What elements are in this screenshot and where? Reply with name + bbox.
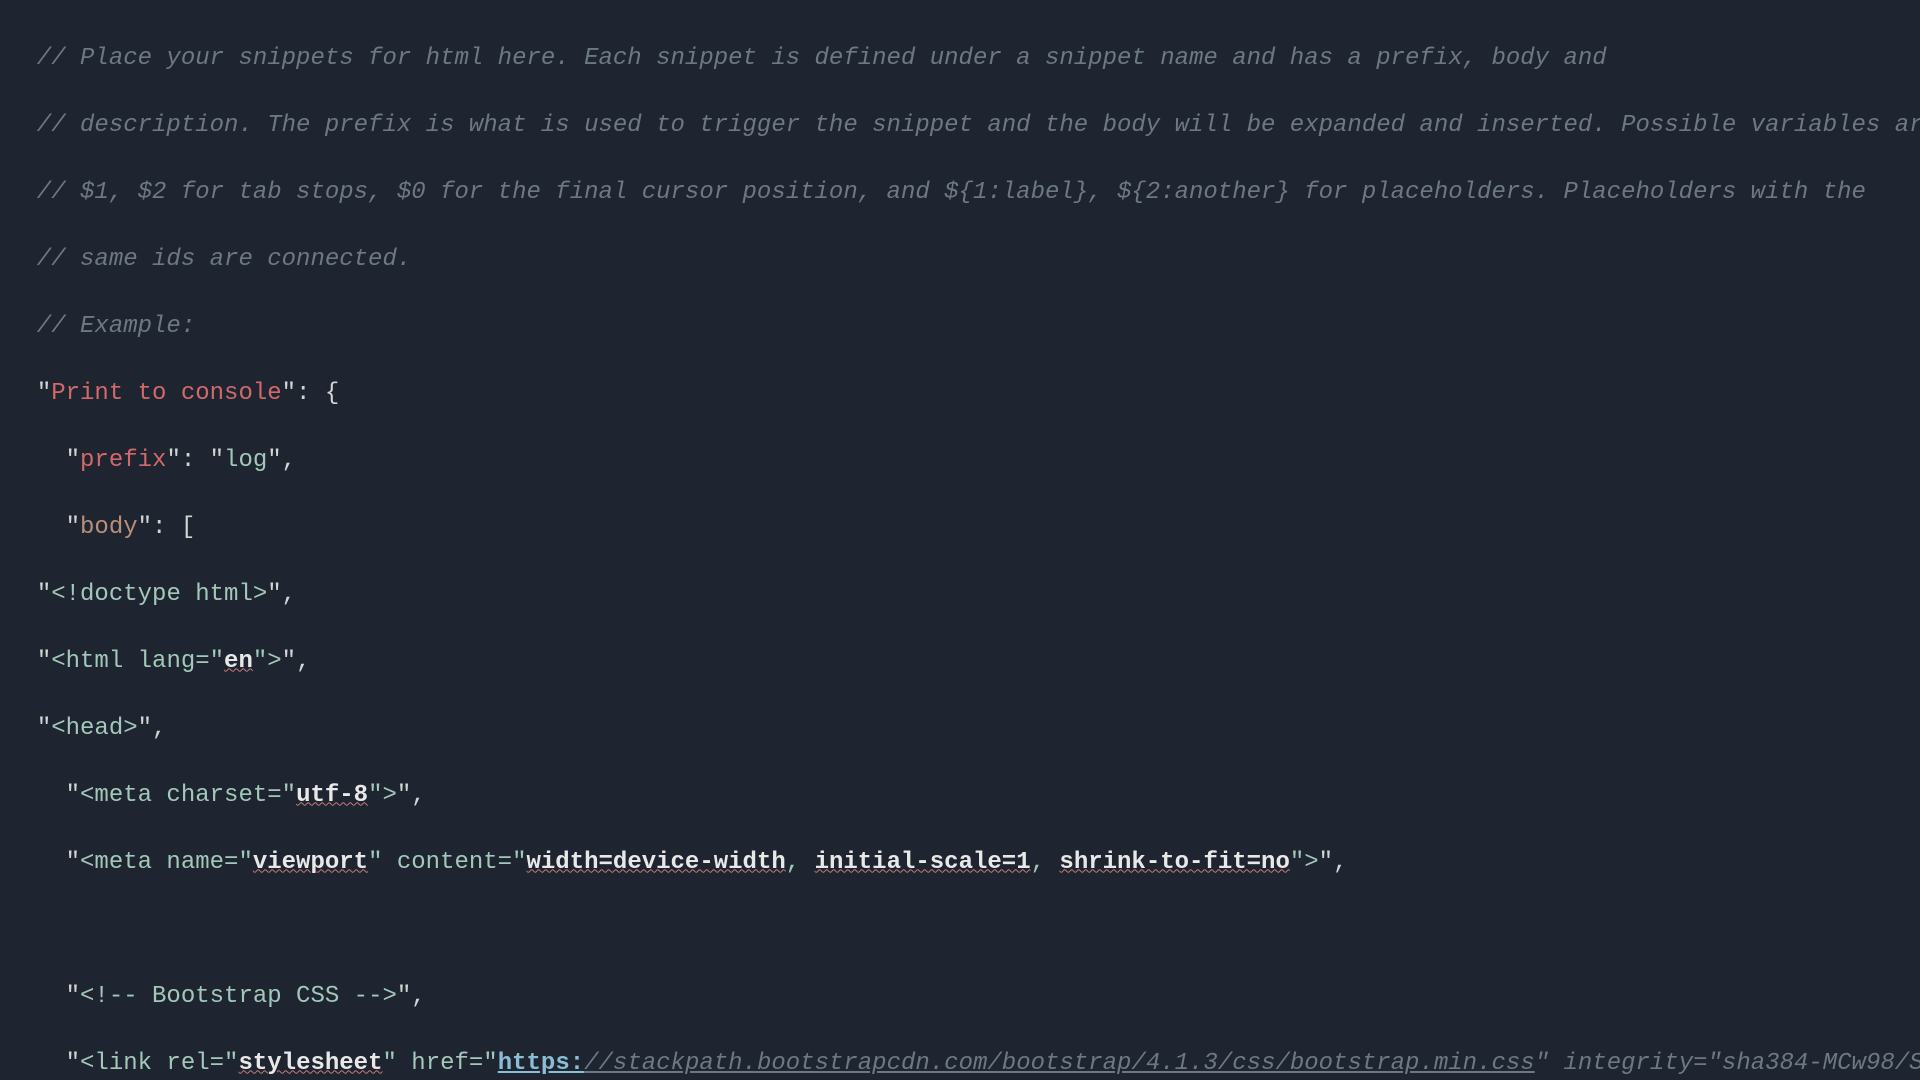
code-line: "<!doctype html>", — [8, 578, 1920, 612]
code-line: "<!-- Bootstrap CSS -->", — [8, 980, 1920, 1014]
prefix-key: prefix — [80, 447, 166, 474]
snippet-name: Print to console — [51, 380, 281, 407]
code-line: "<meta charset="utf-8">", — [8, 779, 1920, 813]
code-line: "<meta name="viewport" content="width=de… — [8, 846, 1920, 880]
link-https: https: — [498, 1050, 584, 1077]
comment-text: // same ids are connected. — [8, 246, 411, 273]
code-line: // same ids are connected. — [8, 243, 1920, 277]
prefix-value: log — [224, 447, 267, 474]
code-line: "<head>", — [8, 712, 1920, 746]
code-line: "Print to console": { — [8, 377, 1920, 411]
code-line: "prefix": "log", — [8, 444, 1920, 478]
bootstrap-css-url: //stackpath.bootstrapcdn.com/bootstrap/4… — [584, 1050, 1535, 1077]
code-line: // description. The prefix is what is us… — [8, 109, 1920, 143]
head-open: <head> — [51, 715, 137, 742]
code-line: "body": [ — [8, 511, 1920, 545]
body-key: body — [80, 514, 138, 541]
comment-text: // Example: — [8, 313, 195, 340]
code-line: // Example: — [8, 310, 1920, 344]
viewport-name: viewport — [253, 849, 368, 876]
lang-attr: en — [224, 648, 253, 675]
comment-text: // Place your snippets for html here. Ea… — [8, 45, 1607, 72]
code-line: "<link rel="stylesheet" href="https://st… — [8, 1047, 1920, 1080]
charset-value: utf-8 — [296, 782, 368, 809]
comment-text: // $1, $2 for tab stops, $0 for the fina… — [8, 179, 1866, 206]
code-line: // Place your snippets for html here. Ea… — [8, 42, 1920, 76]
bootstrap-comment: <!-- Bootstrap CSS --> — [80, 983, 397, 1010]
code-line: // $1, $2 for tab stops, $0 for the fina… — [8, 176, 1920, 210]
comment-text: // description. The prefix is what is us… — [8, 112, 1920, 139]
code-line — [8, 913, 1920, 947]
rel-value: stylesheet — [238, 1050, 382, 1077]
doctype: <!doctype html> — [51, 581, 267, 608]
code-line: "<html lang="en">", — [8, 645, 1920, 679]
code-editor[interactable]: // Place your snippets for html here. Ea… — [0, 0, 1920, 1080]
